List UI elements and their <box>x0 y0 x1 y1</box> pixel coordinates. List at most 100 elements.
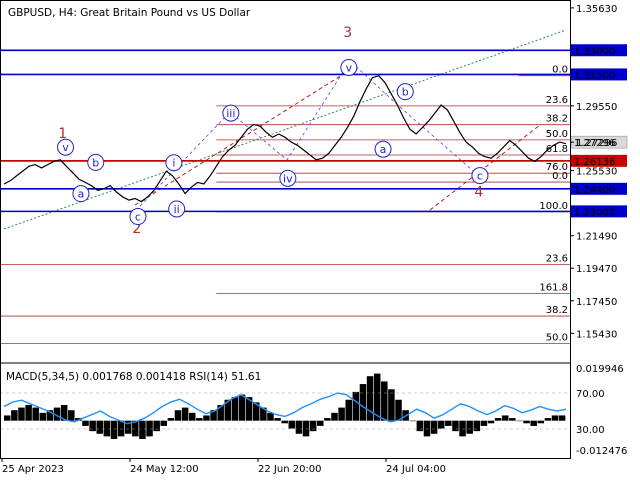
macd-bar <box>181 407 189 421</box>
macd-bar <box>558 415 566 421</box>
macd-bar <box>388 389 395 421</box>
wave-label-minor: a <box>78 188 85 201</box>
fib-label: 50.0 <box>546 332 568 343</box>
macd-bar <box>18 407 25 421</box>
wave-label-minor: c <box>477 170 483 183</box>
macd-bar <box>331 412 338 421</box>
macd-bar <box>267 412 274 421</box>
macd-bar <box>523 420 530 424</box>
macd-bar <box>480 420 488 426</box>
chart-svg: 0.023.638.250.061.876.00.0100.023.6161.8… <box>0 0 640 480</box>
macd-bar <box>117 420 125 437</box>
price-tick-label: 1.17450 <box>576 297 617 308</box>
macd-bar <box>295 420 303 434</box>
level-tag-label: 1.31500 <box>574 70 615 81</box>
time-tick-label: 22 Jun 20:00 <box>258 464 322 475</box>
macd-bar <box>309 420 317 432</box>
macd-tick-label: 30.00 <box>576 425 605 436</box>
macd-bar <box>274 418 281 421</box>
macd-bar <box>352 391 360 421</box>
price-tick-label: 1.29550 <box>576 102 617 113</box>
chart-root: 0.0 23.6 38.2 50.0 61.8 76.0 0.0 100.0 23.6 161.8… <box>0 0 640 480</box>
macd-bar <box>39 412 47 421</box>
macd-bar <box>437 420 445 429</box>
wave-label-minor: iv <box>283 172 293 185</box>
macd-bar <box>537 420 545 424</box>
macd-bar <box>238 394 246 421</box>
macd-label: MACD(5,34,5) 0.001768 0.001418 RSI(14) 5… <box>6 371 261 383</box>
wave-label-minor: v <box>62 141 69 154</box>
macd-bar <box>530 420 537 426</box>
macd-bar <box>494 418 502 421</box>
macd-bar <box>516 420 523 422</box>
macd-bar <box>366 376 374 421</box>
price-tick-label: 1.15430 <box>576 329 617 340</box>
wave-label-major: 4 <box>474 184 483 200</box>
macd-tick-label: 70.00 <box>576 389 605 400</box>
wave-label-minor: b <box>402 86 409 99</box>
macd-bar <box>473 420 481 432</box>
macd-bar <box>324 418 331 421</box>
price-tick-label: 1.19470 <box>576 264 617 275</box>
fib-label: 161.8 <box>539 283 568 294</box>
macd-bar <box>509 418 516 421</box>
fib-label: 23.6 <box>546 254 568 265</box>
macd-bar <box>501 415 509 421</box>
macd-bar <box>487 420 495 424</box>
macd-bar <box>288 420 296 429</box>
macd-bar <box>466 420 473 434</box>
price-tick-label: 1.27296 <box>576 138 617 149</box>
macd-bar <box>89 420 96 432</box>
macd-bar <box>203 415 210 421</box>
wave-label-minor: b <box>92 156 99 169</box>
price-tick-label: 1.35630 <box>576 4 617 15</box>
price-tick-label: 1.21490 <box>576 232 617 243</box>
macd-bar <box>395 399 402 421</box>
macd-bar <box>167 418 175 421</box>
macd-bar <box>25 404 32 421</box>
macd-bar <box>423 420 431 437</box>
macd-bar <box>32 407 39 421</box>
macd-bar <box>103 420 111 437</box>
time-tick-label: 24 May 12:00 <box>130 464 199 475</box>
time-tick-label: 24 Jul 04:00 <box>386 464 446 475</box>
macd-bar <box>544 418 552 421</box>
macd-bar <box>281 420 288 424</box>
macd-bar <box>345 399 352 421</box>
time-tick-label: 25 Apr 2023 <box>2 464 64 475</box>
macd-bar <box>160 420 168 426</box>
macd-bar <box>409 420 417 422</box>
level-tag-label: 1.24400 <box>574 185 615 196</box>
macd-bar <box>196 418 203 421</box>
fib-label: 38.2 <box>546 114 568 125</box>
wave-label-minor: v <box>346 62 353 75</box>
macd-bar <box>445 420 452 426</box>
macd-bar <box>317 420 324 426</box>
chart-title: GBPUSD, H4: Great Britain Pound vs US Do… <box>8 7 251 19</box>
macd-bar <box>381 381 388 421</box>
macd-bar <box>139 420 146 439</box>
wave-label-minor: ii <box>174 203 180 216</box>
fib-label: 50.0 <box>546 129 568 140</box>
macd-bar <box>231 397 239 421</box>
macd-bar <box>96 420 103 434</box>
wave-label-major: 3 <box>343 25 352 41</box>
wave-label-minor: iii <box>226 107 235 120</box>
wave-label-minor: i <box>172 157 175 170</box>
wave-label-minor: a <box>380 143 387 156</box>
macd-bar <box>146 420 153 437</box>
macd-bar <box>551 415 559 421</box>
macd-bar <box>82 420 89 426</box>
macd-bar <box>11 410 18 421</box>
fib-label: 38.2 <box>546 305 568 316</box>
macd-bar <box>174 410 182 421</box>
macd-bar <box>452 420 459 432</box>
macd-bar <box>430 420 438 434</box>
macd-bar <box>416 420 424 432</box>
macd-bar <box>459 420 466 437</box>
macd-bar <box>302 420 310 437</box>
price-tick-label: 1.25530 <box>576 167 617 178</box>
macd-bar <box>153 420 160 432</box>
macd-bar <box>4 415 11 421</box>
macd-bar <box>188 412 196 421</box>
